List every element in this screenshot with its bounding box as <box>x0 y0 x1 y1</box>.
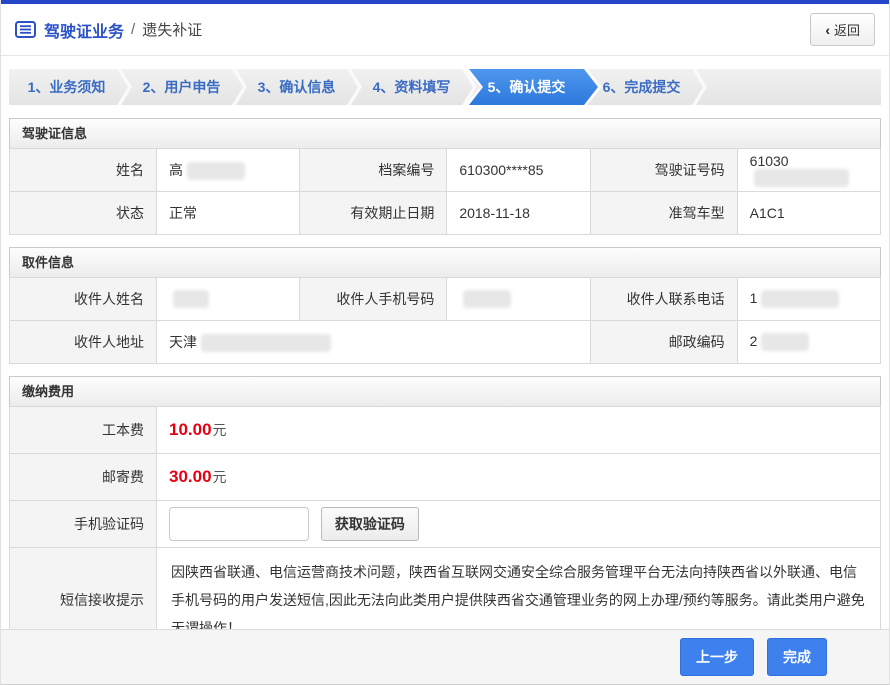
step-2-user-declaration[interactable]: 2、用户申告 <box>124 69 239 105</box>
step-5-confirm-submit[interactable]: 5、确认提交 <box>469 69 584 105</box>
step-4-fill-data[interactable]: 4、资料填写 <box>354 69 469 105</box>
name-value: 高 <box>157 149 300 192</box>
valid-until-value: 2018-11-18 <box>447 192 590 235</box>
redacted-value <box>201 334 331 352</box>
recipient-phone-label: 收件人联系电话 <box>590 278 737 321</box>
page: 驾驶证业务 / 遗失补证 ‹ 返回 1、业务须知 2、用户申告 3、确认信息 4… <box>0 0 890 685</box>
production-fee-label: 工本费 <box>10 407 157 454</box>
file-number-label: 档案编号 <box>300 149 447 192</box>
production-fee-unit: 元 <box>213 422 227 438</box>
status-label: 状态 <box>10 192 157 235</box>
redacted-value <box>754 169 849 187</box>
production-fee-amount: 10.00 <box>169 420 212 439</box>
sms-code-label: 手机验证码 <box>10 501 157 548</box>
vehicle-class-label: 准驾车型 <box>590 192 737 235</box>
payment-table: 工本费 10.00元 邮寄费 30.00元 手机验证码 获取验证码 短信接收提 <box>9 406 881 653</box>
page-title: 驾驶证业务 <box>44 18 124 42</box>
vehicle-class-value: A1C1 <box>737 192 880 235</box>
list-icon <box>15 21 36 38</box>
recipient-mobile-label: 收件人手机号码 <box>300 278 447 321</box>
recipient-name-label: 收件人姓名 <box>10 278 157 321</box>
recipient-address-value: 天津 <box>157 321 591 364</box>
finish-button[interactable]: 完成 <box>767 638 827 676</box>
redacted-value <box>187 162 245 180</box>
back-chevron-icon: ‹ <box>825 22 830 38</box>
table-row: 姓名 高 档案编号 610300****85 驾驶证号码 61030 <box>10 149 881 192</box>
step-bar-filler <box>699 69 881 105</box>
table-row: 邮寄费 30.00元 <box>10 454 881 501</box>
step-3-confirm-info[interactable]: 3、确认信息 <box>239 69 354 105</box>
pickup-info-section: 取件信息 收件人姓名 收件人手机号码 收件人联系电话 1 收件人地址 天津 邮政… <box>9 247 881 364</box>
step-1-business-notice[interactable]: 1、业务须知 <box>9 69 124 105</box>
page-subtitle: 遗失补证 <box>142 19 202 40</box>
production-fee-value: 10.00元 <box>157 407 881 454</box>
postage-fee-value: 30.00元 <box>157 454 881 501</box>
name-label: 姓名 <box>10 149 157 192</box>
postage-fee-label: 邮寄费 <box>10 454 157 501</box>
recipient-phone-value: 1 <box>737 278 880 321</box>
recipient-mobile-value <box>447 278 590 321</box>
step-navigation: 1、业务须知 2、用户申告 3、确认信息 4、资料填写 5、确认提交 6、完成提… <box>9 69 881 105</box>
valid-until-label: 有效期止日期 <box>300 192 447 235</box>
redacted-value <box>463 290 511 308</box>
license-info-section: 驾驶证信息 姓名 高 档案编号 610300****85 驾驶证号码 61030… <box>9 118 881 235</box>
get-sms-code-button[interactable]: 获取验证码 <box>321 507 419 541</box>
breadcrumb-separator: / <box>131 21 135 38</box>
sms-code-cell: 获取验证码 <box>157 501 881 548</box>
table-row: 收件人姓名 收件人手机号码 收件人联系电话 1 <box>10 278 881 321</box>
back-button-label: 返回 <box>834 20 860 39</box>
recipient-address-label: 收件人地址 <box>10 321 157 364</box>
redacted-value <box>173 290 209 308</box>
postage-fee-amount: 30.00 <box>169 467 212 486</box>
postal-code-value: 2 <box>737 321 880 364</box>
sms-code-input[interactable] <box>169 507 309 541</box>
payment-section: 缴纳费用 工本费 10.00元 邮寄费 30.00元 手机验证码 获取验证码 <box>9 376 881 653</box>
footer-action-bar: 上一步 完成 <box>1 629 889 684</box>
pickup-section-title: 取件信息 <box>9 247 881 277</box>
license-number-label: 驾驶证号码 <box>590 149 737 192</box>
license-info-table: 姓名 高 档案编号 610300****85 驾驶证号码 61030 状态 正常… <box>9 148 881 235</box>
header: 驾驶证业务 / 遗失补证 ‹ 返回 <box>1 4 889 56</box>
table-row: 手机验证码 获取验证码 <box>10 501 881 548</box>
table-row: 工本费 10.00元 <box>10 407 881 454</box>
license-section-title: 驾驶证信息 <box>9 118 881 148</box>
table-row: 状态 正常 有效期止日期 2018-11-18 准驾车型 A1C1 <box>10 192 881 235</box>
pickup-info-table: 收件人姓名 收件人手机号码 收件人联系电话 1 收件人地址 天津 邮政编码 2 <box>9 277 881 364</box>
table-row: 收件人地址 天津 邮政编码 2 <box>10 321 881 364</box>
payment-section-title: 缴纳费用 <box>9 376 881 406</box>
redacted-value <box>761 333 809 351</box>
license-number-value: 61030 <box>737 149 880 192</box>
previous-step-button[interactable]: 上一步 <box>680 638 754 676</box>
status-value: 正常 <box>157 192 300 235</box>
postal-code-label: 邮政编码 <box>590 321 737 364</box>
recipient-name-value <box>157 278 300 321</box>
redacted-value <box>761 290 839 308</box>
postage-fee-unit: 元 <box>213 469 227 485</box>
back-button[interactable]: ‹ 返回 <box>810 13 875 46</box>
file-number-value: 610300****85 <box>447 149 590 192</box>
